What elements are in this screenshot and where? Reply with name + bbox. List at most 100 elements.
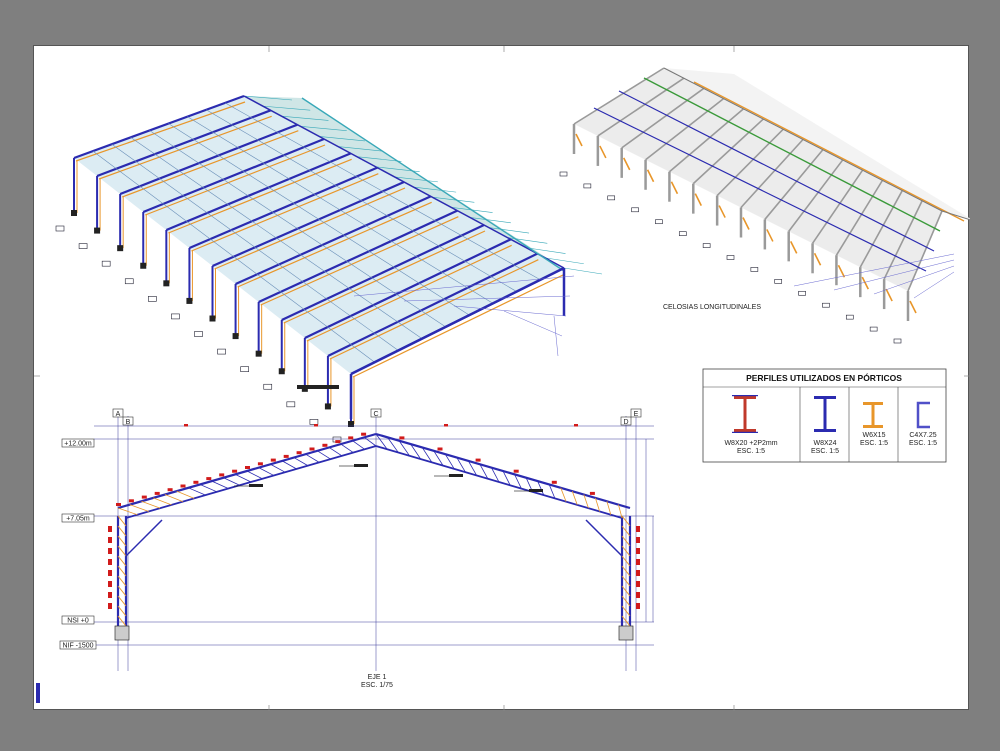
level-tag-1200: +12.00m: [61, 438, 95, 448]
isometric-view-main: [55, 94, 603, 443]
girt-mark: [636, 537, 640, 543]
grid-bubble: [263, 383, 273, 390]
iso-right-caption: CELOSIAS LONGITUDINALES: [663, 304, 761, 311]
level-tag-nif: NIF -1500: [59, 640, 97, 650]
profile-c4-scale: ESC. 1:5: [909, 440, 937, 447]
grid-bubble: [194, 331, 203, 337]
girt-mark: [636, 592, 640, 598]
annotation-tag: [354, 464, 368, 467]
column-lacing: [117, 585, 127, 597]
view-label-bar: [297, 385, 339, 389]
purlin-mark: [219, 473, 225, 477]
axis-bubble-E: E: [630, 408, 642, 418]
knee-brace: [766, 229, 774, 242]
footing-left: [114, 625, 130, 641]
girt-mark: [636, 581, 640, 587]
purlin-mark: [193, 480, 199, 484]
grid-bubble: [845, 314, 854, 320]
web-diagonal: [129, 504, 149, 512]
girt-mark: [108, 526, 112, 532]
level-tag-nsi: NSI +0: [61, 615, 95, 625]
grid-bubble: [559, 171, 568, 177]
purlin-mark: [128, 499, 134, 503]
knee-brace: [575, 133, 583, 147]
girt-mark: [636, 570, 640, 576]
footing: [232, 333, 239, 340]
purlin-mark: [399, 436, 405, 440]
annotation-tag: [529, 489, 543, 492]
knee-brace: [789, 240, 798, 254]
footing: [186, 297, 193, 304]
knee-brace: [885, 288, 893, 302]
girt-mark: [636, 603, 640, 609]
web-diagonal: [270, 463, 286, 473]
web-diagonal: [305, 453, 320, 463]
knee-brace: [646, 169, 655, 183]
knee-brace: [861, 276, 870, 290]
frame-section-view: [94, 416, 654, 671]
purlin-mark: [270, 458, 276, 462]
svg-text:B: B: [126, 419, 131, 426]
grid-bubble: [286, 401, 296, 408]
girt-mark: [108, 559, 112, 565]
column-lacing: [117, 575, 127, 587]
web-diagonal: [164, 494, 183, 503]
girt-mark: [108, 581, 112, 587]
grid-bubble: [822, 302, 830, 308]
dimension-line: [913, 271, 955, 299]
svg-text:D: D: [623, 419, 628, 426]
knee-brace: [813, 252, 822, 266]
annotation-tag: [449, 474, 463, 477]
grid-bubble: [217, 348, 226, 355]
grid-bubble: [893, 338, 902, 344]
profile-w8x24-label: W8X24: [814, 440, 837, 447]
dimension-marker: [444, 424, 448, 427]
grid-bubble: [798, 290, 806, 296]
grid-bubble: [309, 419, 319, 425]
svg-text:+7.05m: +7.05m: [66, 516, 90, 523]
footing: [71, 210, 77, 216]
level-tag-705: +7.05m: [61, 513, 95, 523]
grid-bubble: [726, 255, 735, 260]
purlin-mark: [206, 477, 212, 481]
purlin-mark: [296, 451, 302, 455]
web-diagonal: [223, 477, 240, 486]
purlin-mark: [322, 443, 328, 447]
purlin-mark: [257, 462, 263, 466]
web-diagonal: [364, 437, 377, 447]
purlin-mark: [348, 436, 354, 440]
purlin-mark: [116, 503, 121, 506]
web-diagonal: [199, 484, 218, 493]
grid-bubble: [101, 260, 111, 267]
girt-mark: [636, 548, 640, 554]
grid-bubble: [55, 225, 65, 232]
knee-brace: [599, 145, 607, 159]
profile-w6x15-scale: ESC. 1:5: [860, 440, 888, 447]
grid-bubble: [583, 183, 592, 189]
purlin-mark: [551, 480, 557, 484]
dimension-marker: [574, 424, 578, 427]
profiles-legend-title: PERFILES UTILIZADOS EN PÓRTICOS: [746, 372, 902, 383]
grid-bubble: [124, 278, 134, 285]
footing: [209, 315, 216, 322]
axis-bubble-C: C: [370, 408, 382, 418]
knee-brace-right: [585, 519, 623, 557]
grid-bubble: [655, 219, 663, 225]
footing: [163, 280, 170, 287]
girt-mark: [108, 537, 112, 543]
profile-w8x24-scale: ESC. 1:5: [811, 448, 839, 455]
grid-bubble: [240, 366, 249, 372]
web-diagonal: [317, 450, 331, 460]
grid-bubble: [607, 195, 616, 201]
svg-text:C: C: [373, 411, 378, 418]
drawing-sheet: CELOSIAS LONGITUDINALES A B C D E +12.00…: [33, 45, 976, 711]
column-lacing: [117, 515, 127, 527]
web-diagonal: [117, 507, 138, 516]
girt-mark: [108, 592, 112, 598]
footing: [94, 227, 101, 234]
drawing-canvas: CELOSIAS LONGITUDINALES A B C D E +12.00…: [34, 46, 976, 711]
purlin-mark: [283, 454, 289, 458]
web-diagonal: [340, 443, 354, 453]
grid-bubble: [702, 243, 711, 248]
column-lacing: [117, 535, 127, 547]
